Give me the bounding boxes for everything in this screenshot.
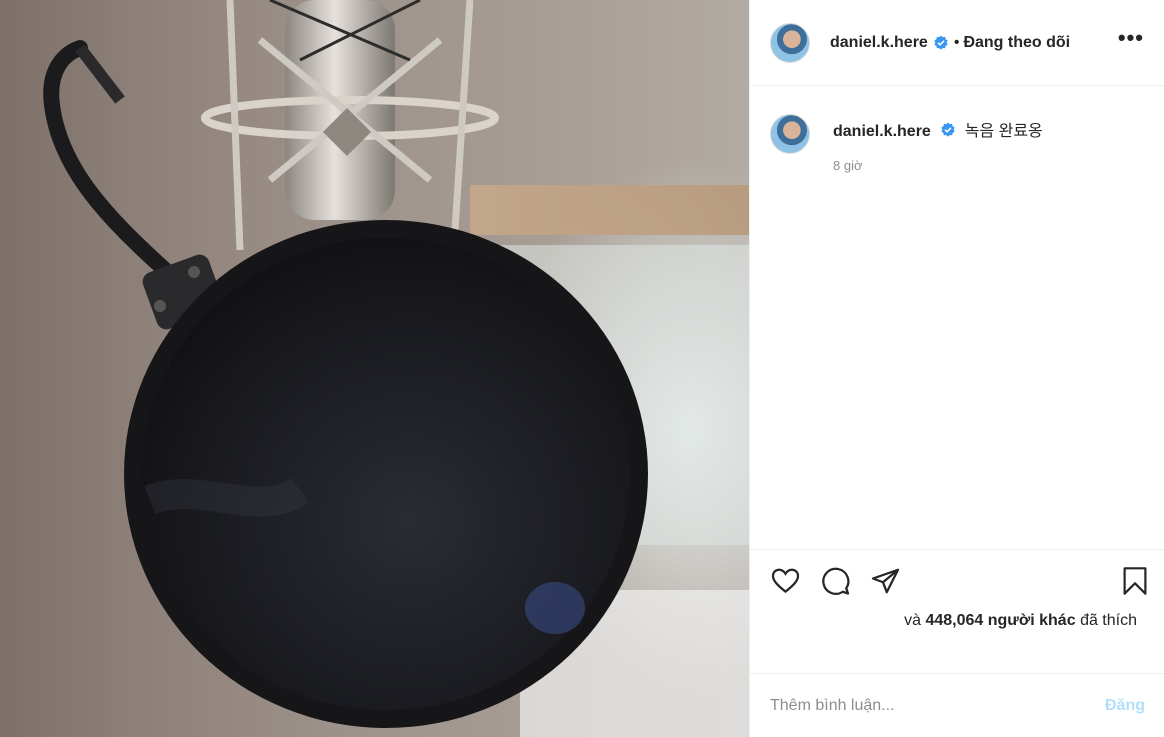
author-avatar[interactable] (770, 22, 810, 63)
likes-suffix: đã thích (1080, 612, 1137, 629)
verified-badge-icon (934, 35, 948, 50)
bookmark-icon[interactable] (1121, 566, 1149, 596)
caption-text: 녹음 완료옹 (964, 123, 1043, 140)
likes-prefix: và (904, 612, 921, 629)
heart-icon[interactable] (770, 566, 801, 596)
likes-count: 448,064 (925, 612, 984, 629)
post-timestamp[interactable]: 8 giờ (833, 158, 1043, 173)
verified-badge-icon (941, 122, 955, 137)
post-actions: và 448,064 người khác đã thích (750, 549, 1164, 674)
microphone-photo-art (43, 0, 749, 737)
comment-icon[interactable] (820, 566, 851, 596)
author-username[interactable]: daniel.k.here (830, 34, 928, 52)
caption-body: daniel.k.here 녹음 완료옹 8 giờ (833, 117, 1043, 173)
share-icon[interactable] (870, 566, 901, 596)
post-photo[interactable] (0, 0, 749, 737)
likes-others: người khác (987, 612, 1076, 629)
instagram-post: daniel.k.here • Đang theo dõi ••• daniel… (0, 0, 1164, 737)
post-side-panel: daniel.k.here • Đang theo dõi ••• daniel… (749, 0, 1164, 737)
following-button[interactable]: Đang theo dõi (963, 34, 1070, 52)
more-options-icon[interactable]: ••• (1118, 26, 1144, 53)
caption-line: daniel.k.here 녹음 완료옹 (833, 117, 1043, 141)
post-comment-button[interactable]: Đăng (1105, 697, 1145, 715)
caption-avatar[interactable] (770, 114, 810, 154)
separator-dot: • (953, 33, 960, 51)
comment-form: Đăng (750, 675, 1164, 737)
post-caption: daniel.k.here 녹음 완료옹 8 giờ (770, 114, 1043, 173)
likes-summary[interactable]: và 448,064 người khác đã thích (904, 612, 1137, 630)
post-header: daniel.k.here • Đang theo dõi ••• (750, 0, 1164, 86)
comment-input[interactable] (770, 697, 1105, 715)
caption-username[interactable]: daniel.k.here (833, 123, 931, 140)
action-icons (770, 566, 901, 596)
